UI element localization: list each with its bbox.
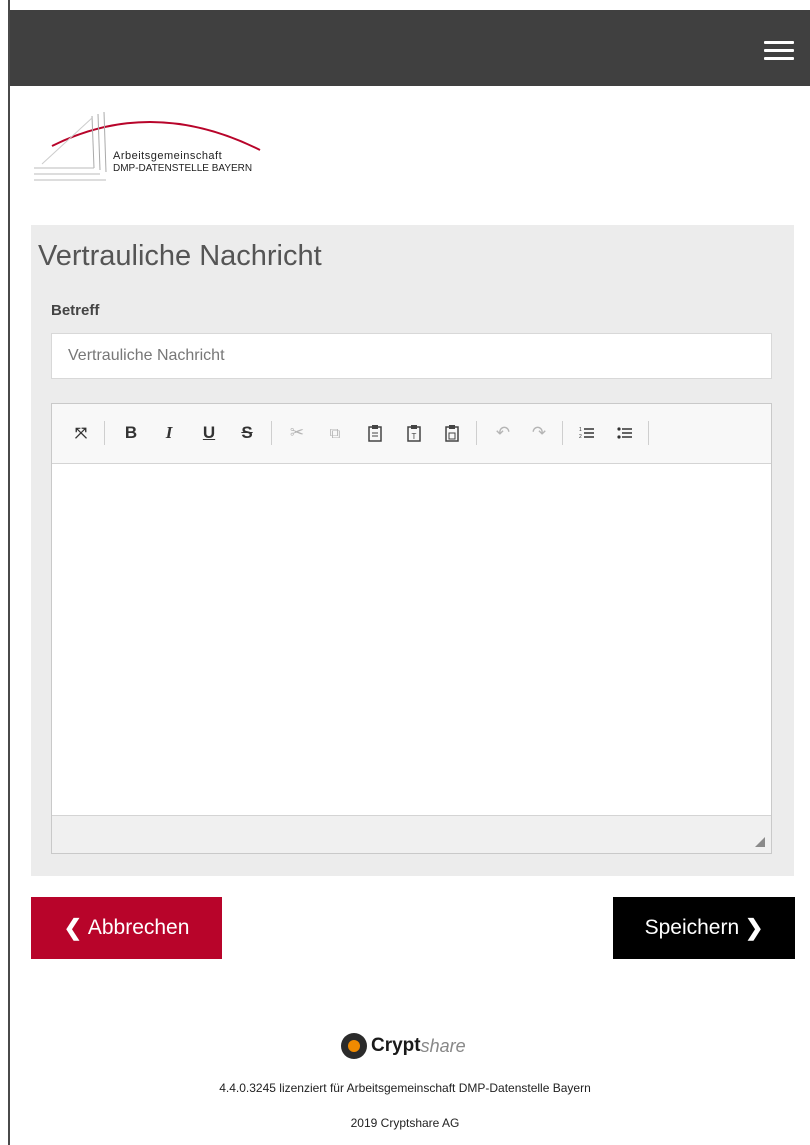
hamburger-icon[interactable] bbox=[764, 41, 794, 61]
cryptshare-mark-icon bbox=[341, 1033, 367, 1059]
toolbar-separator bbox=[271, 421, 272, 445]
rich-text-editor: ⤧ B I U S ✂ ⧉ T ↶ ↷ 12 bbox=[51, 403, 772, 854]
save-button-label: Speichern bbox=[644, 916, 740, 939]
resize-handle-icon[interactable] bbox=[755, 837, 765, 847]
subject-input[interactable] bbox=[51, 333, 772, 379]
numbered-list-icon[interactable]: 12 bbox=[576, 421, 598, 445]
svg-text:2: 2 bbox=[579, 434, 582, 440]
svg-text:T: T bbox=[412, 432, 417, 441]
paste-word-icon[interactable] bbox=[441, 421, 463, 445]
maximize-icon[interactable]: ⤧ bbox=[70, 421, 92, 445]
copyright-text: 2019 Cryptshare AG bbox=[350, 1116, 460, 1130]
toolbar-separator bbox=[562, 421, 563, 445]
redo-icon[interactable]: ↷ bbox=[528, 421, 550, 445]
cancel-button[interactable]: ❮ Abbrechen bbox=[31, 897, 222, 959]
editor-content-area[interactable] bbox=[52, 464, 771, 815]
undo-icon[interactable]: ↶ bbox=[492, 421, 514, 445]
bulleted-list-icon[interactable] bbox=[614, 421, 636, 445]
license-text: 4.4.0.3245 lizenziert für Arbeitsgemeins… bbox=[219, 1081, 591, 1095]
logo-line-2: DMP-DATENSTELLE BAYERN bbox=[113, 163, 253, 174]
toolbar-separator bbox=[476, 421, 477, 445]
logo-line-1: Arbeitsgemeinschaft bbox=[113, 150, 223, 162]
bold-icon[interactable]: B bbox=[120, 421, 142, 445]
page-title: Vertrauliche Nachricht bbox=[38, 240, 322, 272]
strikethrough-icon[interactable]: S bbox=[236, 421, 258, 445]
svg-text:1: 1 bbox=[579, 427, 582, 433]
toolbar-separator bbox=[648, 421, 649, 445]
logo-arc-graphic bbox=[34, 111, 261, 181]
chevron-left-icon: ❮ bbox=[63, 915, 82, 940]
editor-toolbar: ⤧ B I U S ✂ ⧉ T ↶ ↷ 12 bbox=[52, 404, 771, 464]
italic-icon[interactable]: I bbox=[158, 421, 180, 445]
cut-icon[interactable]: ✂ bbox=[286, 421, 308, 445]
subject-label: Betreff bbox=[51, 302, 100, 319]
paste-text-icon[interactable]: T bbox=[403, 421, 425, 445]
copy-icon[interactable]: ⧉ bbox=[324, 421, 346, 445]
message-form-panel: Vertrauliche Nachricht Betreff ⤧ B I U S… bbox=[31, 225, 794, 876]
brand-light-text: share bbox=[420, 1035, 466, 1056]
cancel-button-label: Abbrechen bbox=[87, 916, 190, 939]
editor-status-bar bbox=[52, 815, 771, 853]
save-button[interactable]: Speichern ❯ bbox=[613, 897, 795, 959]
underline-icon[interactable]: U bbox=[198, 421, 220, 445]
brand-bold-text: Crypt bbox=[371, 1035, 421, 1056]
left-border bbox=[8, 0, 10, 1145]
cryptshare-logo: Crypt share bbox=[341, 1033, 466, 1059]
organization-logo: Arbeitsgemeinschaft DMP-DATENSTELLE BAYE… bbox=[32, 106, 282, 186]
chevron-right-icon: ❯ bbox=[744, 915, 764, 940]
paste-icon[interactable] bbox=[364, 421, 386, 445]
top-navigation-bar bbox=[10, 10, 810, 86]
toolbar-separator bbox=[104, 421, 105, 445]
